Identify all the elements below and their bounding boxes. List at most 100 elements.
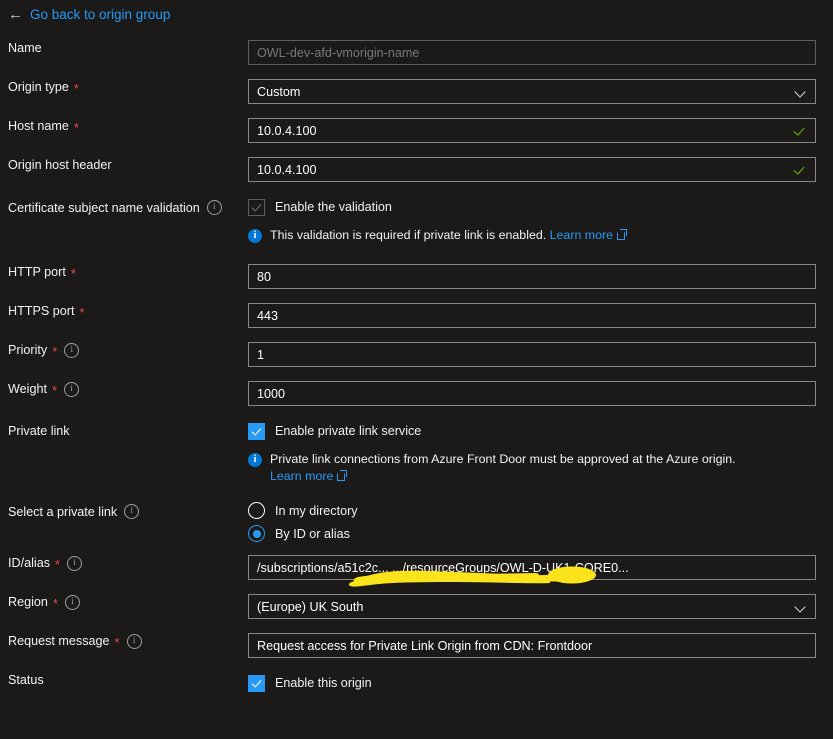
priority-input[interactable]: 1	[248, 342, 816, 367]
valid-check-icon	[794, 163, 807, 176]
radio-in-my-directory[interactable]: In my directory	[248, 499, 833, 522]
priority-value: 1	[257, 347, 265, 362]
request-message-label: Request message *	[0, 633, 248, 649]
form-row-host-name: Host name * 10.0.4.100	[0, 118, 833, 157]
name-label: Name	[8, 41, 42, 55]
valid-check-icon	[794, 124, 807, 137]
weight-input[interactable]: 1000	[248, 381, 816, 406]
weight-label: Weight *	[0, 381, 248, 397]
enable-this-origin-checkbox[interactable]	[248, 674, 265, 692]
origin-host-header-input[interactable]: 10.0.4.100	[248, 157, 816, 182]
form-row-region: Region * (Europe) UK South	[0, 594, 833, 633]
radio-label-by-id-or-alias: By ID or alias	[275, 526, 350, 541]
info-circle-icon	[248, 228, 262, 243]
radio-button-selected[interactable]	[248, 525, 265, 542]
cert-validation-note: This validation is required if private l…	[248, 227, 833, 244]
required-asterisk: *	[52, 344, 58, 359]
id-alias-label: ID/alias *	[0, 555, 248, 571]
chevron-down-icon	[795, 601, 807, 613]
required-asterisk: *	[114, 635, 120, 650]
http-port-label: HTTP port *	[8, 265, 76, 281]
request-message-input[interactable]: Request access for Private Link Origin f…	[248, 633, 816, 658]
form-row-status: Status Enable this origin	[0, 672, 833, 711]
form-row-id-alias: ID/alias * /subscriptions/a51c2c... .../…	[0, 555, 833, 594]
host-name-label: Host name *	[8, 119, 79, 135]
origin-type-value: Custom	[257, 84, 301, 99]
cert-validation-label: Certificate subject name validation	[0, 196, 248, 216]
https-port-input[interactable]: 443	[248, 303, 816, 328]
required-asterisk: *	[73, 120, 79, 135]
enable-this-origin-label: Enable this origin	[275, 676, 372, 690]
info-icon[interactable]	[64, 381, 80, 397]
private-link-note-text: Private link connections from Azure Fron…	[270, 452, 736, 466]
enable-validation-label: Enable the validation	[275, 200, 392, 214]
region-value: (Europe) UK South	[257, 599, 364, 614]
cert-validation-learn-more-link[interactable]: Learn more	[550, 228, 613, 242]
radio-button-unselected[interactable]	[248, 502, 265, 519]
back-link-label: Go back to origin group	[30, 7, 171, 22]
form-row-https-port: HTTPS port * 443	[0, 303, 833, 342]
origin-type-dropdown[interactable]: Custom	[248, 79, 816, 104]
external-link-icon	[617, 229, 628, 240]
id-alias-input[interactable]: /subscriptions/a51c2c... .../resourceGro…	[248, 555, 816, 580]
origin-settings-panel: ← Go back to origin group Name OWL-dev-a…	[0, 0, 833, 739]
weight-value: 1000	[257, 386, 286, 401]
status-label: Status	[8, 673, 44, 687]
form-row-weight: Weight * 1000	[0, 381, 833, 420]
form-row-request-message: Request message * Request access for Pri…	[0, 633, 833, 672]
host-name-value: 10.0.4.100	[257, 123, 317, 138]
info-icon[interactable]	[64, 342, 80, 358]
info-icon[interactable]	[67, 555, 83, 571]
private-link-learn-more-link[interactable]: Learn more	[270, 469, 333, 483]
info-icon[interactable]	[64, 594, 80, 610]
request-message-value: Request access for Private Link Origin f…	[257, 638, 593, 653]
http-port-input[interactable]: 80	[248, 264, 816, 289]
form-row-origin-host-header: Origin host header 10.0.4.100	[0, 157, 833, 196]
external-link-icon	[337, 470, 348, 481]
enable-private-link-label: Enable private link service	[275, 424, 422, 438]
enable-private-link-checkbox[interactable]	[248, 422, 265, 440]
enable-private-link-checkbox-row[interactable]: Enable private link service	[248, 420, 833, 442]
form-row-name: Name OWL-dev-afd-vmorigin-name	[0, 40, 833, 79]
origin-host-header-value: 10.0.4.100	[257, 162, 317, 177]
origin-host-header-label: Origin host header	[8, 158, 112, 172]
form-row-private-link: Private link Enable private link service…	[0, 420, 833, 499]
info-icon[interactable]	[126, 633, 142, 649]
info-icon[interactable]	[124, 504, 140, 519]
https-port-label: HTTPS port *	[8, 304, 85, 320]
private-link-label: Private link	[8, 424, 70, 438]
origin-type-label: Origin type *	[8, 80, 79, 96]
region-label: Region *	[0, 594, 248, 610]
select-private-link-label: Select a private link	[0, 499, 248, 520]
required-asterisk: *	[55, 557, 61, 572]
id-alias-value: /subscriptions/a51c2c... .../resourceGro…	[257, 560, 629, 575]
enable-validation-checkbox-row[interactable]: Enable the validation	[248, 196, 833, 218]
priority-label: Priority *	[0, 342, 248, 358]
name-input-placeholder: OWL-dev-afd-vmorigin-name	[257, 45, 420, 60]
enable-this-origin-checkbox-row[interactable]: Enable this origin	[248, 672, 833, 694]
info-icon[interactable]	[206, 200, 222, 215]
https-port-value: 443	[257, 308, 279, 323]
name-input[interactable]: OWL-dev-afd-vmorigin-name	[248, 40, 816, 65]
chevron-down-icon	[795, 86, 807, 98]
required-asterisk: *	[51, 383, 58, 398]
required-asterisk: *	[70, 266, 76, 281]
form-row-priority: Priority * 1	[0, 342, 833, 381]
region-dropdown[interactable]: (Europe) UK South	[248, 594, 816, 619]
form-row-http-port: HTTP port * 80	[0, 264, 833, 303]
required-asterisk: *	[79, 305, 85, 320]
http-port-value: 80	[257, 269, 272, 284]
form-row-select-private-link: Select a private link In my directory By…	[0, 499, 833, 555]
required-asterisk: *	[52, 596, 58, 611]
form-row-cert-validation: Certificate subject name validation Enab…	[0, 196, 833, 264]
required-asterisk: *	[73, 81, 79, 96]
host-name-input[interactable]: 10.0.4.100	[248, 118, 816, 143]
form-row-origin-type: Origin type * Custom	[0, 79, 833, 118]
info-circle-icon	[248, 452, 262, 467]
radio-by-id-or-alias[interactable]: By ID or alias	[248, 522, 833, 545]
enable-validation-checkbox[interactable]	[248, 198, 265, 216]
radio-label-in-my-directory: In my directory	[275, 503, 358, 518]
private-link-note: Private link connections from Azure Fron…	[248, 451, 833, 485]
go-back-to-origin-group-link[interactable]: ← Go back to origin group	[8, 6, 170, 24]
arrow-left-icon: ←	[8, 6, 23, 23]
